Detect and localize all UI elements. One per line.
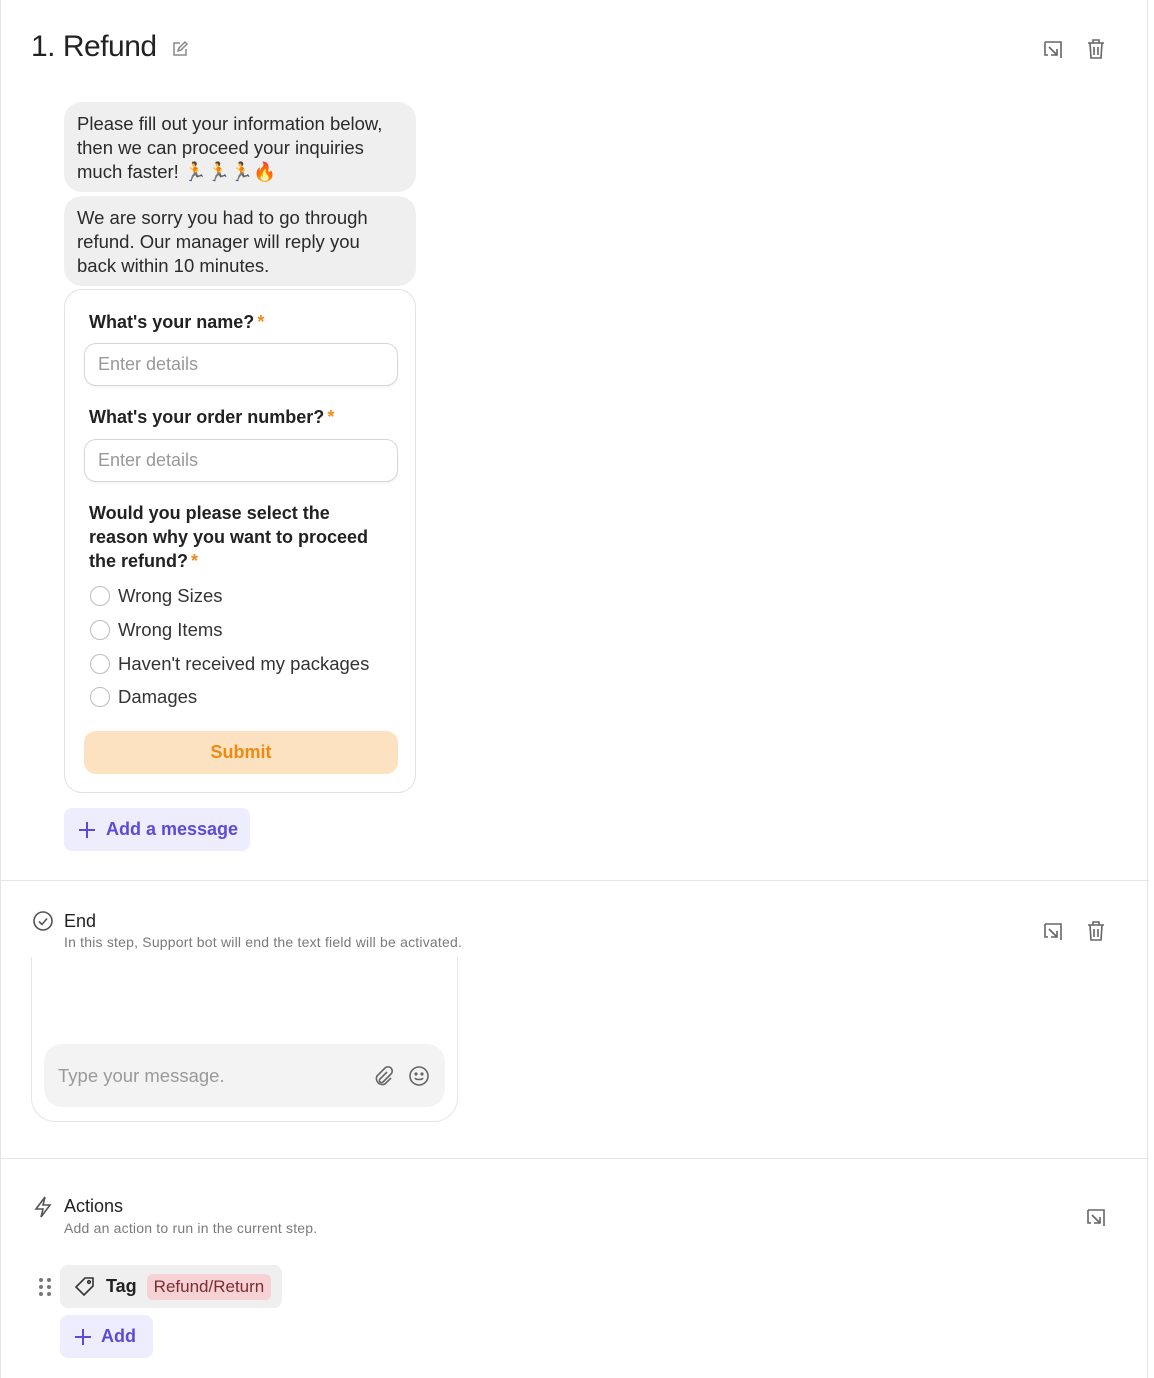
delete-end-button[interactable] xyxy=(1084,919,1108,943)
radio-option-label: Wrong Sizes xyxy=(118,585,223,606)
add-message-button[interactable]: Add a message xyxy=(64,808,250,851)
tag-icon xyxy=(74,1276,94,1296)
open-end-button[interactable] xyxy=(1041,919,1065,943)
form-card: What's your name? * Enter details What's … xyxy=(64,289,416,793)
tag-value-badge: Refund/Return xyxy=(146,1273,272,1300)
trash-icon xyxy=(1088,921,1104,941)
radio-button[interactable] xyxy=(90,620,110,640)
radio-button[interactable] xyxy=(90,687,110,707)
tag-action[interactable]: Tag Refund/Return xyxy=(60,1265,282,1308)
radio-option-label: Wrong Items xyxy=(118,619,223,640)
check-circle-icon xyxy=(33,911,53,931)
section-divider xyxy=(1,1158,1149,1159)
radio-option-label: Damages xyxy=(118,686,198,707)
actions-section-title: Actions xyxy=(64,1196,124,1216)
radio-option-wrong-items[interactable]: Wrong Items xyxy=(90,619,223,641)
drag-handle-icon[interactable] xyxy=(38,1277,52,1297)
reason-question-text: Would you please select the reason why y… xyxy=(89,503,369,571)
flow-step-panel: 1. Refund Please fill out your informati… xyxy=(0,0,1149,1378)
open-external-icon xyxy=(1087,1209,1105,1226)
submit-button-label: Submit xyxy=(210,742,272,762)
tag-label: Tag xyxy=(106,1276,137,1296)
add-action-label: Add xyxy=(101,1326,136,1346)
radio-option-wrong-sizes[interactable]: Wrong Sizes xyxy=(90,585,223,607)
order-question-label: What's your order number? * xyxy=(89,405,334,429)
delete-step-button[interactable] xyxy=(1084,37,1108,61)
plus-icon xyxy=(79,821,95,838)
bot-message[interactable]: Please fill out your information below, … xyxy=(64,102,416,192)
open-step-button[interactable] xyxy=(1041,37,1065,61)
reason-question-label: Would you please select the reason why y… xyxy=(89,501,389,573)
radio-option-label: Haven't received my packages xyxy=(118,653,370,674)
smiley-icon xyxy=(409,1065,429,1086)
add-message-label: Add a message xyxy=(106,819,239,839)
actions-section-description: Add an action to run in the current step… xyxy=(64,1220,318,1236)
step-title-text: 1. Refund xyxy=(31,30,157,63)
required-mark: * xyxy=(257,312,265,332)
trash-icon xyxy=(1088,39,1104,59)
open-external-icon xyxy=(1044,41,1062,58)
radio-button[interactable] xyxy=(90,654,110,674)
name-question-label: What's your name? * xyxy=(89,310,264,334)
required-mark: * xyxy=(327,407,335,427)
radio-option-not-received[interactable]: Haven't received my packages xyxy=(90,653,369,675)
open-external-icon xyxy=(1044,923,1062,940)
plus-icon xyxy=(75,1328,91,1345)
order-number-input[interactable]: Enter details xyxy=(84,439,398,482)
order-input-placeholder: Enter details xyxy=(98,450,199,470)
section-divider xyxy=(1,880,1149,881)
paperclip-icon xyxy=(375,1065,394,1085)
step-title: 1. Refund xyxy=(31,30,189,64)
name-question-text: What's your name? xyxy=(89,312,255,332)
submit-button[interactable]: Submit xyxy=(84,731,398,774)
radio-option-damages[interactable]: Damages xyxy=(90,686,197,708)
name-input-placeholder: Enter details xyxy=(98,354,199,374)
end-section-title: End xyxy=(64,911,97,931)
emoji-button[interactable] xyxy=(407,1064,431,1088)
bot-message-text: We are sorry you had to go through refun… xyxy=(77,207,368,276)
add-action-button[interactable]: Add xyxy=(60,1315,153,1358)
bot-message[interactable]: We are sorry you had to go through refun… xyxy=(64,196,416,286)
message-input[interactable]: Type your message. xyxy=(44,1044,445,1107)
open-actions-button[interactable] xyxy=(1084,1205,1108,1229)
attach-button[interactable] xyxy=(371,1064,395,1088)
order-question-text: What's your order number? xyxy=(89,407,325,427)
lightning-icon xyxy=(34,1196,52,1218)
radio-button[interactable] xyxy=(90,586,110,606)
message-input-placeholder: Type your message. xyxy=(58,1064,225,1086)
required-mark: * xyxy=(191,551,199,571)
chat-preview: Type your message. xyxy=(31,957,458,1122)
name-input[interactable]: Enter details xyxy=(84,343,398,386)
edit-icon[interactable] xyxy=(171,40,189,58)
end-section-description: In this step, Support bot will end the t… xyxy=(64,934,463,950)
bot-message-text: Please fill out your information below, … xyxy=(77,113,383,182)
